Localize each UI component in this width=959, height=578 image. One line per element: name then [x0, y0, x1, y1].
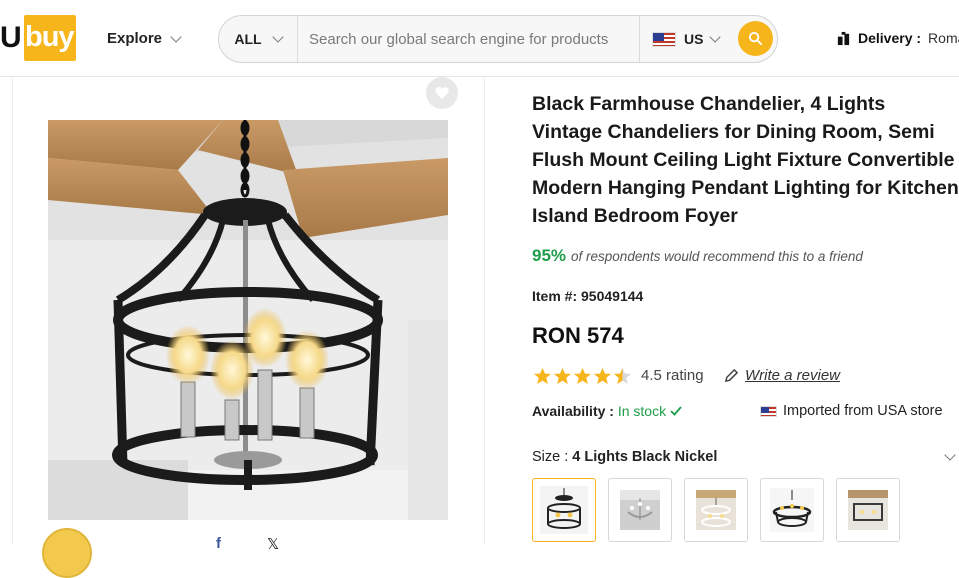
- star-icon: [553, 367, 572, 385]
- item-number: Item #: 95049144: [532, 288, 643, 304]
- recommendation-text: 95% of respondents would recommend this t…: [532, 246, 863, 266]
- category-select[interactable]: ALL: [219, 16, 298, 62]
- delivery-location-icon: [837, 31, 850, 45]
- delivery-value: Romania: [928, 30, 959, 46]
- search-icon: [748, 31, 763, 46]
- imported-label: Imported from USA store: [783, 403, 943, 419]
- ubuy-logo[interactable]: U buy: [0, 15, 76, 61]
- variant-option-black-wagon-wheel[interactable]: [760, 478, 824, 542]
- availability-value: In stock: [617, 403, 667, 419]
- logo-text: buy: [25, 21, 75, 53]
- heart-icon: [435, 87, 449, 99]
- check-icon: [670, 406, 682, 416]
- variant-thumbnail: [848, 490, 888, 530]
- us-flag-icon: [652, 31, 676, 47]
- chevron-down-icon: [709, 31, 722, 43]
- item-number-label: Item #:: [532, 288, 578, 304]
- variant-thumbnail: [770, 488, 814, 532]
- recommend-label: of respondents would recommend this to a…: [571, 249, 863, 264]
- search-button[interactable]: [738, 21, 773, 56]
- delivery-label: Delivery :: [858, 30, 922, 46]
- pencil-icon: [724, 368, 739, 383]
- chevron-down-icon: [170, 30, 182, 43]
- logo-box: buy: [24, 15, 76, 61]
- variant-option-4-lights-black-nickel[interactable]: [532, 478, 596, 542]
- size-selector: Size : 4 Lights Black Nickel: [532, 449, 717, 465]
- category-label: ALL: [234, 31, 262, 47]
- item-number-value: 95049144: [581, 288, 644, 304]
- search-bar: ALL US: [218, 15, 778, 63]
- availability: Availability : In stock: [532, 403, 682, 419]
- star-icon: [573, 367, 592, 385]
- product-title: Black Farmhouse Chandelier, 4 Lights Vin…: [532, 93, 959, 227]
- facebook-share-icon[interactable]: f: [216, 535, 221, 552]
- x-share-icon[interactable]: 𝕏: [267, 535, 279, 553]
- variant-option-rectangular-farmhouse[interactable]: [836, 478, 900, 542]
- write-review-link[interactable]: Write a review: [724, 367, 840, 384]
- chandelier-photo: [48, 120, 448, 520]
- top-header: U buy Explore ALL US Delivery : Romania: [0, 0, 959, 77]
- star-icon: [533, 367, 552, 385]
- variant-thumbnail: [696, 490, 736, 530]
- imported-from-store: Imported from USA store: [760, 403, 943, 419]
- variant-thumbnail: [620, 490, 660, 530]
- half-star-icon: [613, 367, 632, 385]
- size-expand-toggle[interactable]: [941, 448, 959, 466]
- availability-label: Availability :: [532, 403, 614, 419]
- size-label: Size :: [532, 449, 569, 465]
- country-label: US: [684, 31, 704, 47]
- wishlist-button[interactable]: [426, 77, 458, 109]
- explore-label: Explore: [107, 30, 163, 47]
- guarantee-badge-icon: [42, 528, 92, 578]
- write-review-label: Write a review: [745, 367, 841, 384]
- product-price: RON 574: [532, 323, 624, 348]
- rating-text: 4.5 rating: [641, 367, 704, 384]
- chevron-down-icon: [271, 31, 284, 43]
- variant-thumbnail: [540, 486, 588, 534]
- star-rating: [533, 367, 632, 385]
- variant-option-crystal-candle[interactable]: [608, 478, 672, 542]
- logo-letter-u: U: [0, 21, 22, 54]
- chevron-down-icon: [944, 449, 956, 461]
- delivery-selector[interactable]: Delivery : Romania: [836, 30, 959, 46]
- product-main-image[interactable]: [48, 120, 448, 520]
- size-value: 4 Lights Black Nickel: [572, 449, 718, 465]
- search-input[interactable]: [299, 16, 639, 62]
- variant-option-white-farmhouse[interactable]: [684, 478, 748, 542]
- us-flag-icon: [760, 405, 777, 417]
- country-select[interactable]: US: [639, 16, 731, 62]
- explore-menu[interactable]: Explore: [107, 30, 182, 47]
- recommend-percent: 95%: [532, 246, 567, 265]
- star-icon: [593, 367, 612, 385]
